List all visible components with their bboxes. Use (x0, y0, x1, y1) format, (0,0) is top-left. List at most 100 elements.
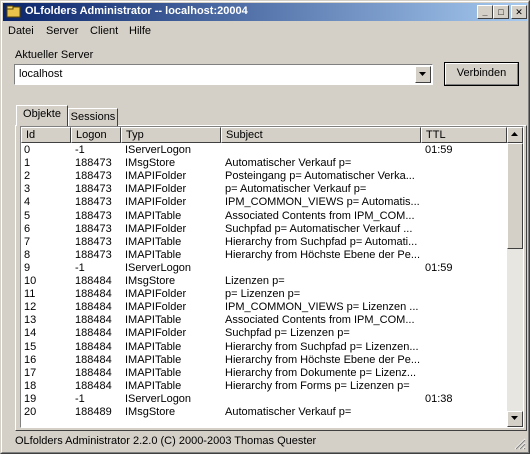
table-row[interactable]: 1 188473 IMsgStore Automatischer Verkauf p= (21, 157, 507, 170)
table-row[interactable]: 20 188489 IMsgStore Automatischer Verkauf p… (21, 406, 507, 419)
cell-ttl: 01:38 (425, 392, 453, 405)
cell-id: 9 (24, 261, 31, 274)
cell-id: 12 (24, 301, 37, 314)
menu-hilfe[interactable]: Hilfe (129, 25, 151, 37)
tab-sessions[interactable]: Sessions (68, 108, 118, 127)
cell-logon: 188484 (75, 327, 112, 340)
status-bar: OLfolders Administrator 2.2.0 (C) 2000-2… (3, 432, 527, 451)
header-typ[interactable]: Typ (121, 127, 221, 143)
cell-logon: 188473 (75, 170, 112, 183)
cell-id: 11 (24, 288, 36, 301)
cell-logon: -1 (75, 144, 85, 156)
table-row[interactable]: 9 -1 IServerLogon 01:59 (21, 262, 507, 275)
header-logon[interactable]: Logon (71, 127, 121, 143)
cell-id: 1 (24, 157, 31, 170)
dropdown-arrow-button[interactable] (415, 66, 431, 83)
cell-typ: IServerLogon (125, 392, 192, 405)
cell-typ: IMAPITable (125, 248, 182, 261)
status-text: OLfolders Administrator 2.2.0 (C) 2000-2… (15, 435, 317, 447)
cell-subject: IPM_COMMON_VIEWS p= Automatis... (225, 196, 420, 209)
table-row[interactable]: 8 188473 IMAPITable Hierarchy from Höchste … (21, 249, 507, 262)
cell-subject: p= Automatischer Verkauf p= (225, 183, 367, 196)
cell-typ: IMAPITable (125, 314, 182, 327)
cell-subject: Hierarchy from Dokumente p= Lizenz... (225, 366, 417, 379)
cell-id: 16 (24, 353, 37, 366)
cell-typ: IMAPITable (125, 353, 182, 366)
minimize-button[interactable]: _ (477, 5, 493, 19)
scroll-down-button[interactable] (507, 411, 523, 427)
table-row[interactable]: 6 188473 IMAPIFolder Suchpfad p= Automatisc… (21, 223, 507, 236)
tab-objekte[interactable]: Objekte (16, 105, 68, 126)
window-title: OLfolders Administrator -- localhost:200… (25, 5, 248, 17)
objects-list[interactable]: Id Logon Typ Subject TTL 0 -1 IServerLogon… (20, 126, 524, 428)
cell-subject: Posteingang p= Automatischer Verka... (225, 170, 415, 183)
table-row[interactable]: 13 188484 IMAPITable Associated Contents fr… (21, 314, 507, 327)
maximize-button[interactable]: □ (493, 5, 509, 19)
menu-bar: Datei Server Client Hilfe (3, 22, 527, 41)
cell-typ: IServerLogon (125, 261, 192, 274)
table-row[interactable]: 5 188473 IMAPITable Associated Contents fro… (21, 210, 507, 223)
table-row[interactable]: 19 -1 IServerLogon 01:38 (21, 393, 507, 406)
cell-logon: 188484 (75, 275, 112, 287)
table-row[interactable]: 10 188484 IMsgStore Lizenzen p= (21, 275, 507, 288)
cell-logon: 188484 (75, 379, 112, 392)
header-subject[interactable]: Subject (221, 127, 421, 143)
cell-logon: 188484 (75, 314, 112, 327)
header-id[interactable]: Id (21, 127, 71, 143)
table-row[interactable]: 17 188484 IMAPITable Hierarchy from Dokumen… (21, 367, 507, 380)
cell-typ: IMsgStore (125, 157, 176, 170)
resize-grip-icon[interactable] (514, 438, 526, 450)
table-row[interactable]: 0 -1 IServerLogon 01:59 (21, 144, 507, 157)
cell-id: 10 (24, 275, 37, 287)
server-label: Aktueller Server (15, 49, 94, 61)
cell-logon: 188484 (75, 353, 112, 366)
title-bar[interactable]: OLfolders Administrator -- localhost:200… (3, 3, 527, 21)
table-row[interactable]: 2 188473 IMAPIFolder Posteingang p= Automat… (21, 170, 507, 183)
cell-id: 13 (24, 314, 37, 327)
cell-id: 7 (24, 235, 31, 248)
vertical-scrollbar[interactable] (507, 127, 523, 427)
table-row[interactable]: 16 188484 IMAPITable Hierarchy from Höchste… (21, 354, 507, 367)
table-row[interactable]: 11 188484 IMAPIFolder p= Lizenzen p= (21, 288, 507, 301)
cell-logon: 188484 (75, 288, 112, 301)
cell-typ: IMAPIFolder (125, 327, 187, 340)
table-row[interactable]: 3 188473 IMAPIFolder p= Automatischer Verk… (21, 183, 507, 196)
table-row[interactable]: 7 188473 IMAPITable Hierarchy from Suchpfad… (21, 236, 507, 249)
cell-logon: 188473 (75, 157, 112, 170)
cell-id: 6 (24, 222, 31, 235)
cell-id: 4 (24, 196, 31, 209)
cell-logon: -1 (75, 392, 85, 405)
chevron-down-icon (419, 72, 426, 76)
cell-id: 15 (24, 340, 37, 353)
cell-typ: IMAPITable (125, 209, 182, 222)
cell-logon: 188473 (75, 196, 112, 209)
server-value[interactable]: localhost (19, 68, 62, 80)
cell-id: 2 (24, 170, 31, 183)
table-row[interactable]: 14 188484 IMAPIFolder Suchpfad p= Lizenzen … (21, 327, 507, 340)
table-row[interactable]: 4 188473 IMAPIFolder IPM_COMMON_VIEWS p= Au… (21, 196, 507, 209)
header-ttl[interactable]: TTL (421, 127, 507, 143)
cell-typ: IMAPIFolder (125, 288, 187, 301)
cell-typ: IServerLogon (125, 144, 192, 156)
cell-logon: 188484 (75, 366, 112, 379)
close-button[interactable]: ✕ (511, 5, 527, 19)
cell-id: 18 (24, 379, 37, 392)
cell-logon: 188473 (75, 222, 112, 235)
scroll-up-button[interactable] (507, 127, 523, 143)
table-row[interactable]: 15 188484 IMAPITable Hierarchy from Suchpfa… (21, 341, 507, 354)
cell-subject: Suchpfad p= Lizenzen p= (225, 327, 350, 340)
menu-client[interactable]: Client (90, 25, 118, 37)
server-combobox[interactable]: localhost (14, 64, 433, 85)
menu-datei[interactable]: Datei (8, 25, 34, 37)
cell-id: 5 (24, 209, 31, 222)
arrow-up-icon (511, 132, 518, 136)
cell-typ: IMAPITable (125, 340, 182, 353)
cell-id: 3 (24, 183, 31, 196)
column-headers: Id Logon Typ Subject TTL (21, 127, 507, 143)
scroll-thumb[interactable] (507, 143, 523, 249)
connect-button[interactable]: Verbinden (444, 62, 519, 86)
table-row[interactable]: 18 188484 IMAPITable Hierarchy from Forms p… (21, 380, 507, 393)
table-row[interactable]: 12 188484 IMAPIFolder IPM_COMMON_VIEWS p= L… (21, 301, 507, 314)
cell-id: 17 (24, 366, 37, 379)
menu-server[interactable]: Server (46, 25, 78, 37)
